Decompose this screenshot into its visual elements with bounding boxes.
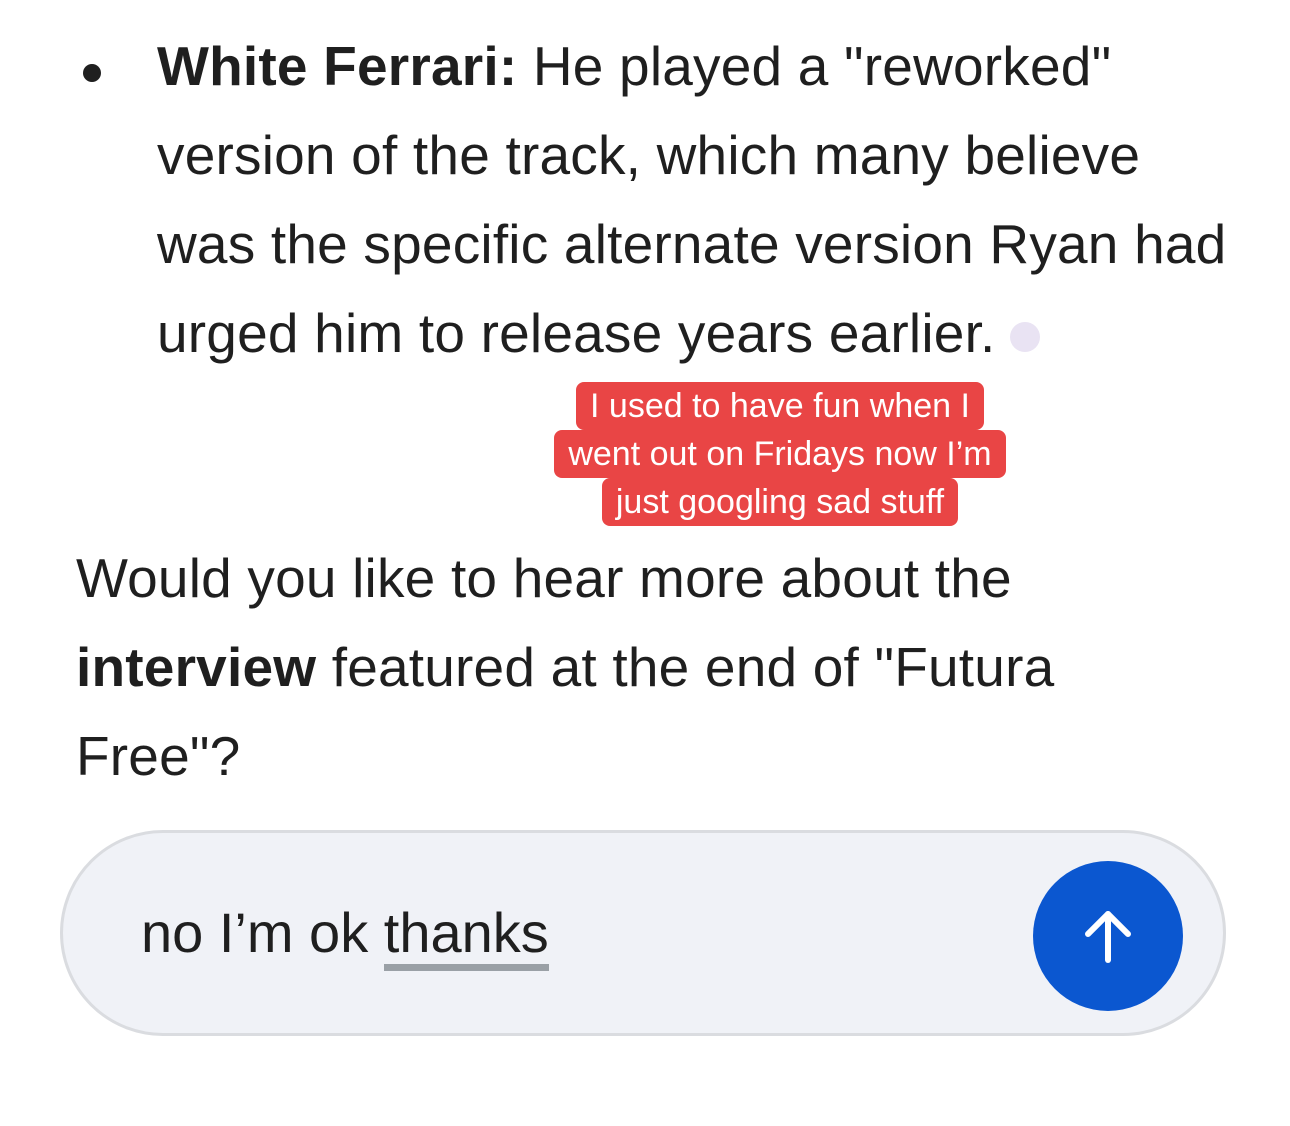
caption-overlay: I used to have fun when I went out on Fr… — [503, 382, 1057, 526]
source-chip-icon[interactable] — [1009, 322, 1040, 353]
arrow-up-icon — [1085, 911, 1131, 963]
prompt-input[interactable]: no I’m ok thanks — [141, 893, 549, 973]
send-button[interactable] — [1033, 861, 1183, 1011]
message-composer[interactable]: no I’m ok thanks — [60, 830, 1226, 1036]
follow-up-question: Would you like to hear more about the in… — [76, 534, 1226, 801]
bullet-text-rest: version of the track, which many believe… — [157, 124, 1227, 364]
typed-text: no I’m ok — [141, 901, 384, 964]
bullet-text: White Ferrari: He played a "reworked" ver… — [157, 22, 1227, 378]
bullet-text-line1: He played a "reworked" — [517, 35, 1112, 97]
bullet-dot — [83, 64, 101, 82]
caption-line-2: went out on Fridays now I’m — [554, 430, 1006, 478]
bullet-label: White Ferrari: — [157, 35, 518, 97]
question-before: Would you like to hear more about the — [76, 547, 1012, 609]
question-bold: interview — [76, 636, 317, 698]
caption-line-1: I used to have fun when I — [576, 382, 984, 430]
typed-text-underlined: thanks — [383, 901, 549, 971]
caption-line-3: just googling sad stuff — [601, 478, 959, 526]
